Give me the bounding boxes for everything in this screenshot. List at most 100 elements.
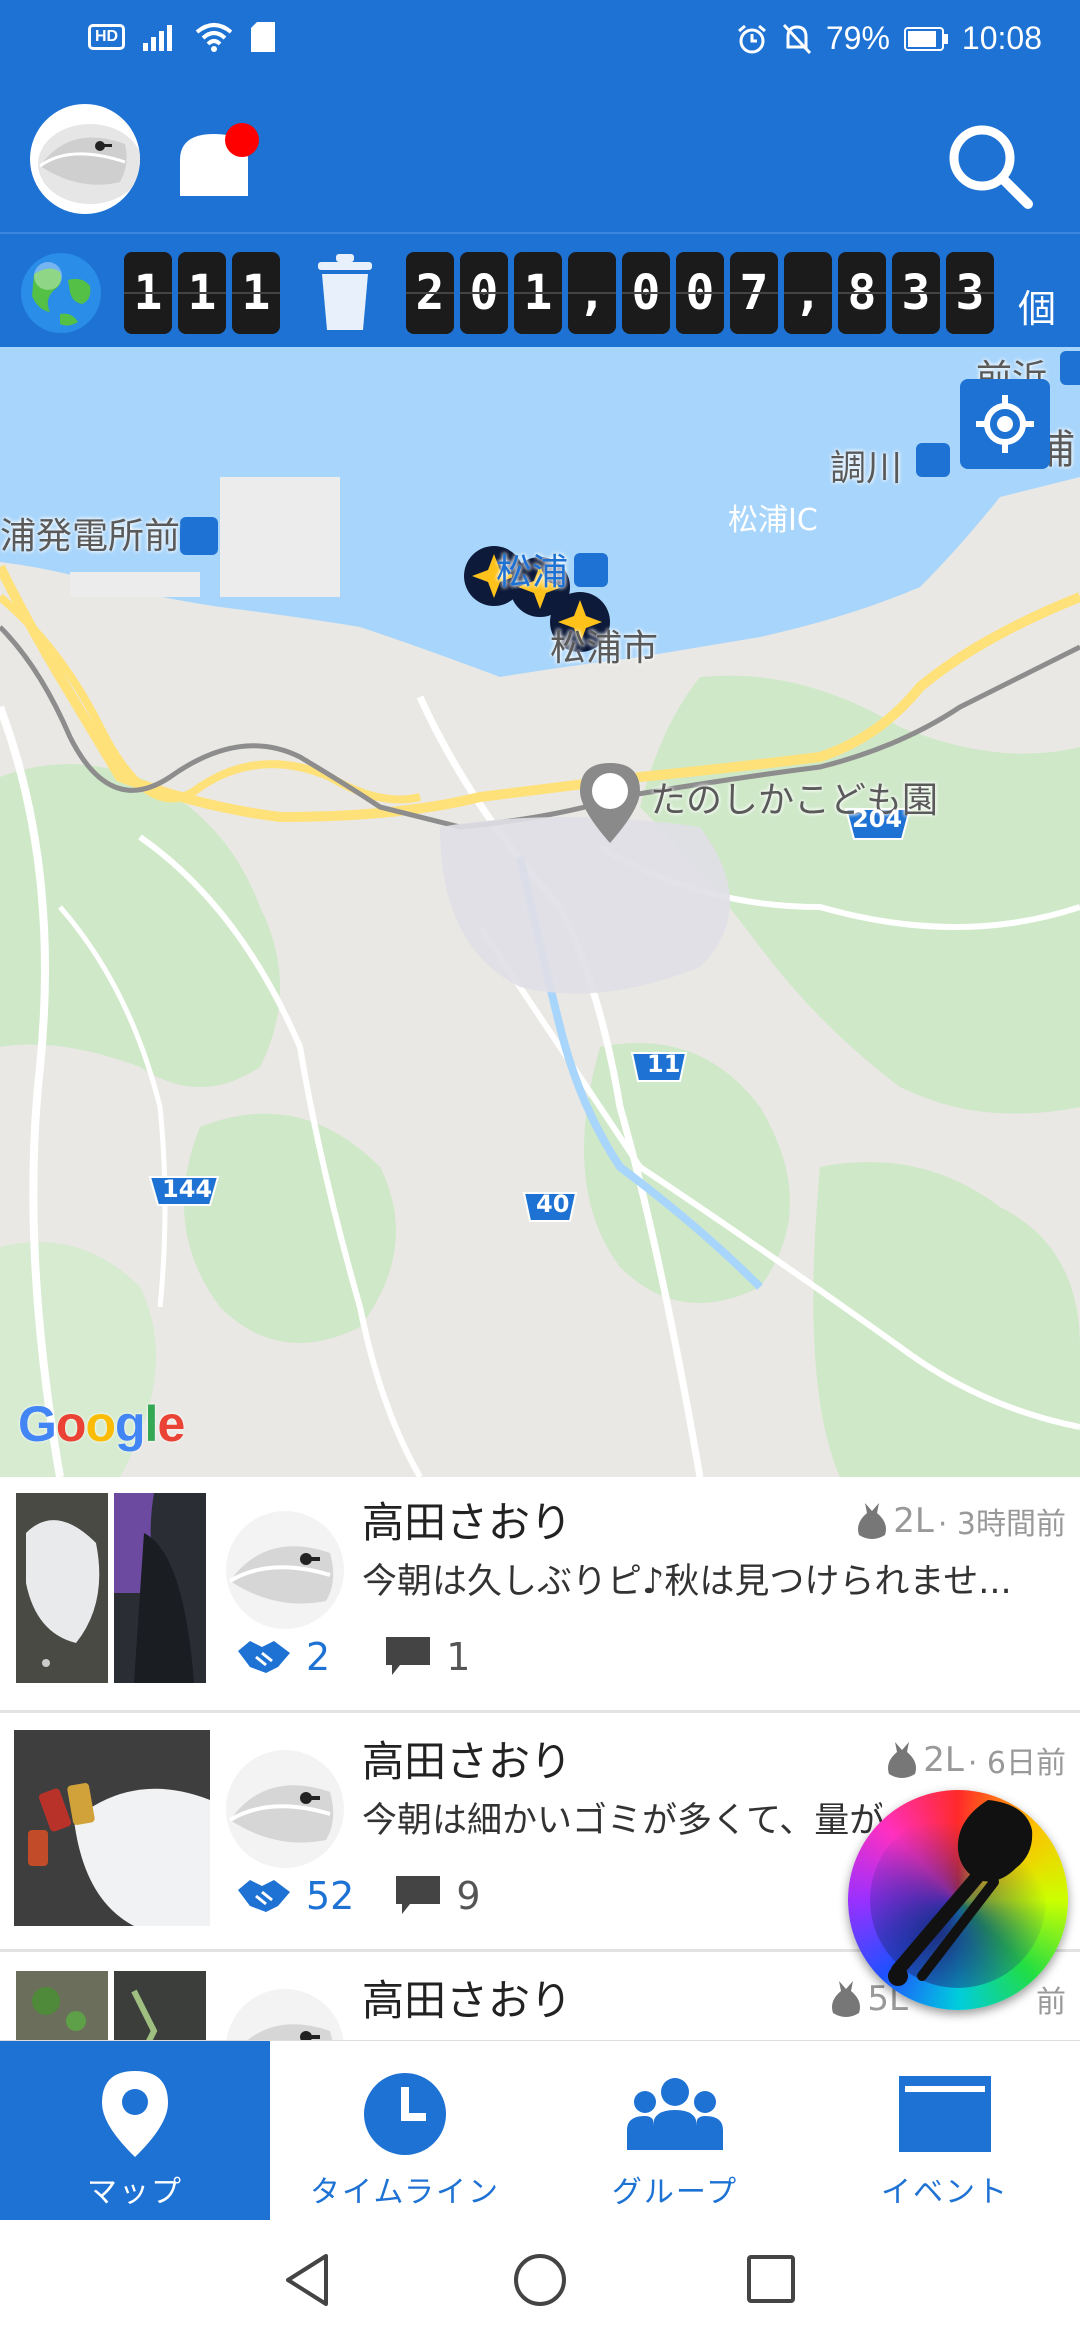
profile-avatar[interactable] (30, 104, 140, 214)
clock: 10:08 (961, 20, 1042, 56)
group-icon (627, 2078, 723, 2150)
bell-icon (180, 123, 259, 196)
comment-count: 1 (446, 1635, 471, 1679)
train-station-icon (916, 443, 950, 477)
post-volume: 2L (893, 1501, 934, 1541)
counter-digit: 1 (178, 252, 226, 334)
map-view[interactable]: 前浜 松浦 調川 浦発電所前 松浦IC 松浦 松浦市 たのしかこども園 204 … (0, 347, 1080, 1477)
nav-label: イベント (881, 2175, 1009, 2210)
counter-digit: 1 (232, 252, 280, 334)
trash-tongs-icon (888, 1800, 1033, 1986)
my-location-button[interactable] (960, 379, 1050, 469)
map-label: 松浦市 (550, 628, 659, 669)
counter-digit: 1 (124, 252, 172, 334)
map-label: 調川 (830, 448, 903, 489)
nav-label: マップ (87, 2175, 183, 2210)
user-avatar[interactable] (226, 1511, 344, 1629)
search-icon (949, 125, 1033, 209)
battery-percent: 79% (825, 20, 890, 56)
counter-digit: 0 (622, 252, 670, 334)
post-author[interactable]: 高田さおり (362, 1967, 572, 2028)
recents-icon[interactable] (746, 2254, 796, 2304)
counter-digit: 0 (676, 252, 724, 334)
counter-unit: 個 (1018, 287, 1057, 331)
route-number: 11 (647, 1050, 681, 1078)
hd-indicator: HD (88, 24, 126, 50)
battery-icon (903, 26, 948, 51)
wifi-icon (195, 23, 233, 52)
train-station-icon (180, 517, 218, 555)
cellular-signal-icon (143, 25, 173, 51)
crosshair-icon (976, 395, 1034, 453)
map-label: 松浦IC (728, 503, 818, 538)
counter-digit: 2 (406, 252, 454, 334)
post-author[interactable]: 高田さおり (362, 1489, 572, 1550)
bottom-navigation: マップ タイムライン グループ イベント (0, 2040, 1080, 2221)
pickup-post-fab[interactable] (848, 1790, 1068, 2010)
post-time: · 6日前 (967, 1746, 1066, 1781)
counter-digit: , (784, 252, 832, 334)
google-attribution: Google (18, 1396, 185, 1452)
nav-group[interactable]: グループ (540, 2041, 810, 2221)
map-pin-icon (102, 2071, 168, 2157)
trash-bag-icon (858, 1503, 887, 1539)
handshake-icon[interactable] (236, 1637, 292, 1677)
post-author[interactable]: 高田さおり (362, 1728, 572, 1789)
nav-label: タイムライン (310, 2175, 500, 2210)
trash-bag-icon (888, 1742, 917, 1778)
comment-count: 9 (456, 1874, 481, 1918)
post-card[interactable]: 高田さおり 2L · 3時間前 今朝は久しぶりピ♪秋は見つけられませ... 2 … (0, 1477, 1080, 1713)
counter-digit: , (568, 252, 616, 334)
handshake-icon[interactable] (236, 1876, 292, 1916)
post-time: · 3時間前 (937, 1507, 1066, 1542)
sd-card-icon (251, 22, 276, 52)
app-bar (0, 86, 1080, 232)
route-number: 204 (852, 805, 903, 833)
route-number: 144 (162, 1175, 213, 1203)
nav-timeline[interactable]: タイムライン (270, 2041, 540, 2221)
post-meta: 2L · 6日前 (885, 1738, 1066, 1782)
map-label: 松浦 (496, 552, 569, 593)
post-text: 今朝は久しぶりピ♪秋は見つけられませ... (362, 1562, 1012, 1602)
route-number: 40 (536, 1190, 570, 1218)
counter-digit: 8 (838, 252, 886, 334)
post-text: 今朝は細かいゴミが多くて、量が (362, 1801, 882, 1841)
back-icon[interactable] (282, 2252, 332, 2308)
notification-bell-button[interactable] (176, 120, 260, 204)
user-avatar[interactable] (226, 1750, 344, 1868)
trash-counter-bar: 1 1 1 2 0 1 , 0 0 7 , 8 3 3 個 (0, 232, 1080, 347)
trash-icon (318, 254, 372, 330)
alarm-icon (737, 24, 766, 53)
system-navigation-bar (0, 2220, 1080, 2340)
counter-digit: 0 (460, 252, 508, 334)
counter-digit: 7 (730, 252, 778, 334)
post-meta: 2L · 3時間前 (855, 1499, 1066, 1543)
nav-label: グループ (611, 2175, 739, 2210)
post-photo[interactable] (16, 1971, 108, 2040)
post-photo[interactable] (14, 1730, 210, 1926)
counter-digit: 3 (946, 252, 994, 334)
train-station-icon (1060, 351, 1080, 385)
local-counter: 1 1 1 (124, 252, 280, 334)
post-volume: 2L (923, 1740, 964, 1780)
counter-digit: 3 (892, 252, 940, 334)
nav-map[interactable]: マップ (0, 2041, 270, 2221)
nav-event[interactable]: イベント (810, 2041, 1080, 2221)
home-icon[interactable] (512, 2252, 568, 2308)
comment-icon[interactable] (394, 1874, 442, 1918)
map-label: 浦発電所前 (0, 516, 181, 557)
post-photo[interactable] (16, 1493, 108, 1683)
counter-digit: 1 (514, 252, 562, 334)
user-avatar[interactable] (226, 1989, 344, 2040)
global-counter: 2 0 1 , 0 0 7 , 8 3 3 (406, 252, 994, 334)
clock-icon (364, 2073, 446, 2155)
search-button[interactable] (940, 116, 1040, 216)
status-bar: HD 79% 10:08 (0, 0, 1080, 86)
post-photo[interactable] (114, 1493, 206, 1683)
mute-icon (782, 23, 811, 54)
cheer-count: 52 (306, 1874, 355, 1918)
globe-icon (21, 253, 101, 333)
post-photo[interactable] (114, 1971, 206, 2040)
comment-icon[interactable] (384, 1635, 432, 1679)
train-station-icon (574, 553, 608, 587)
